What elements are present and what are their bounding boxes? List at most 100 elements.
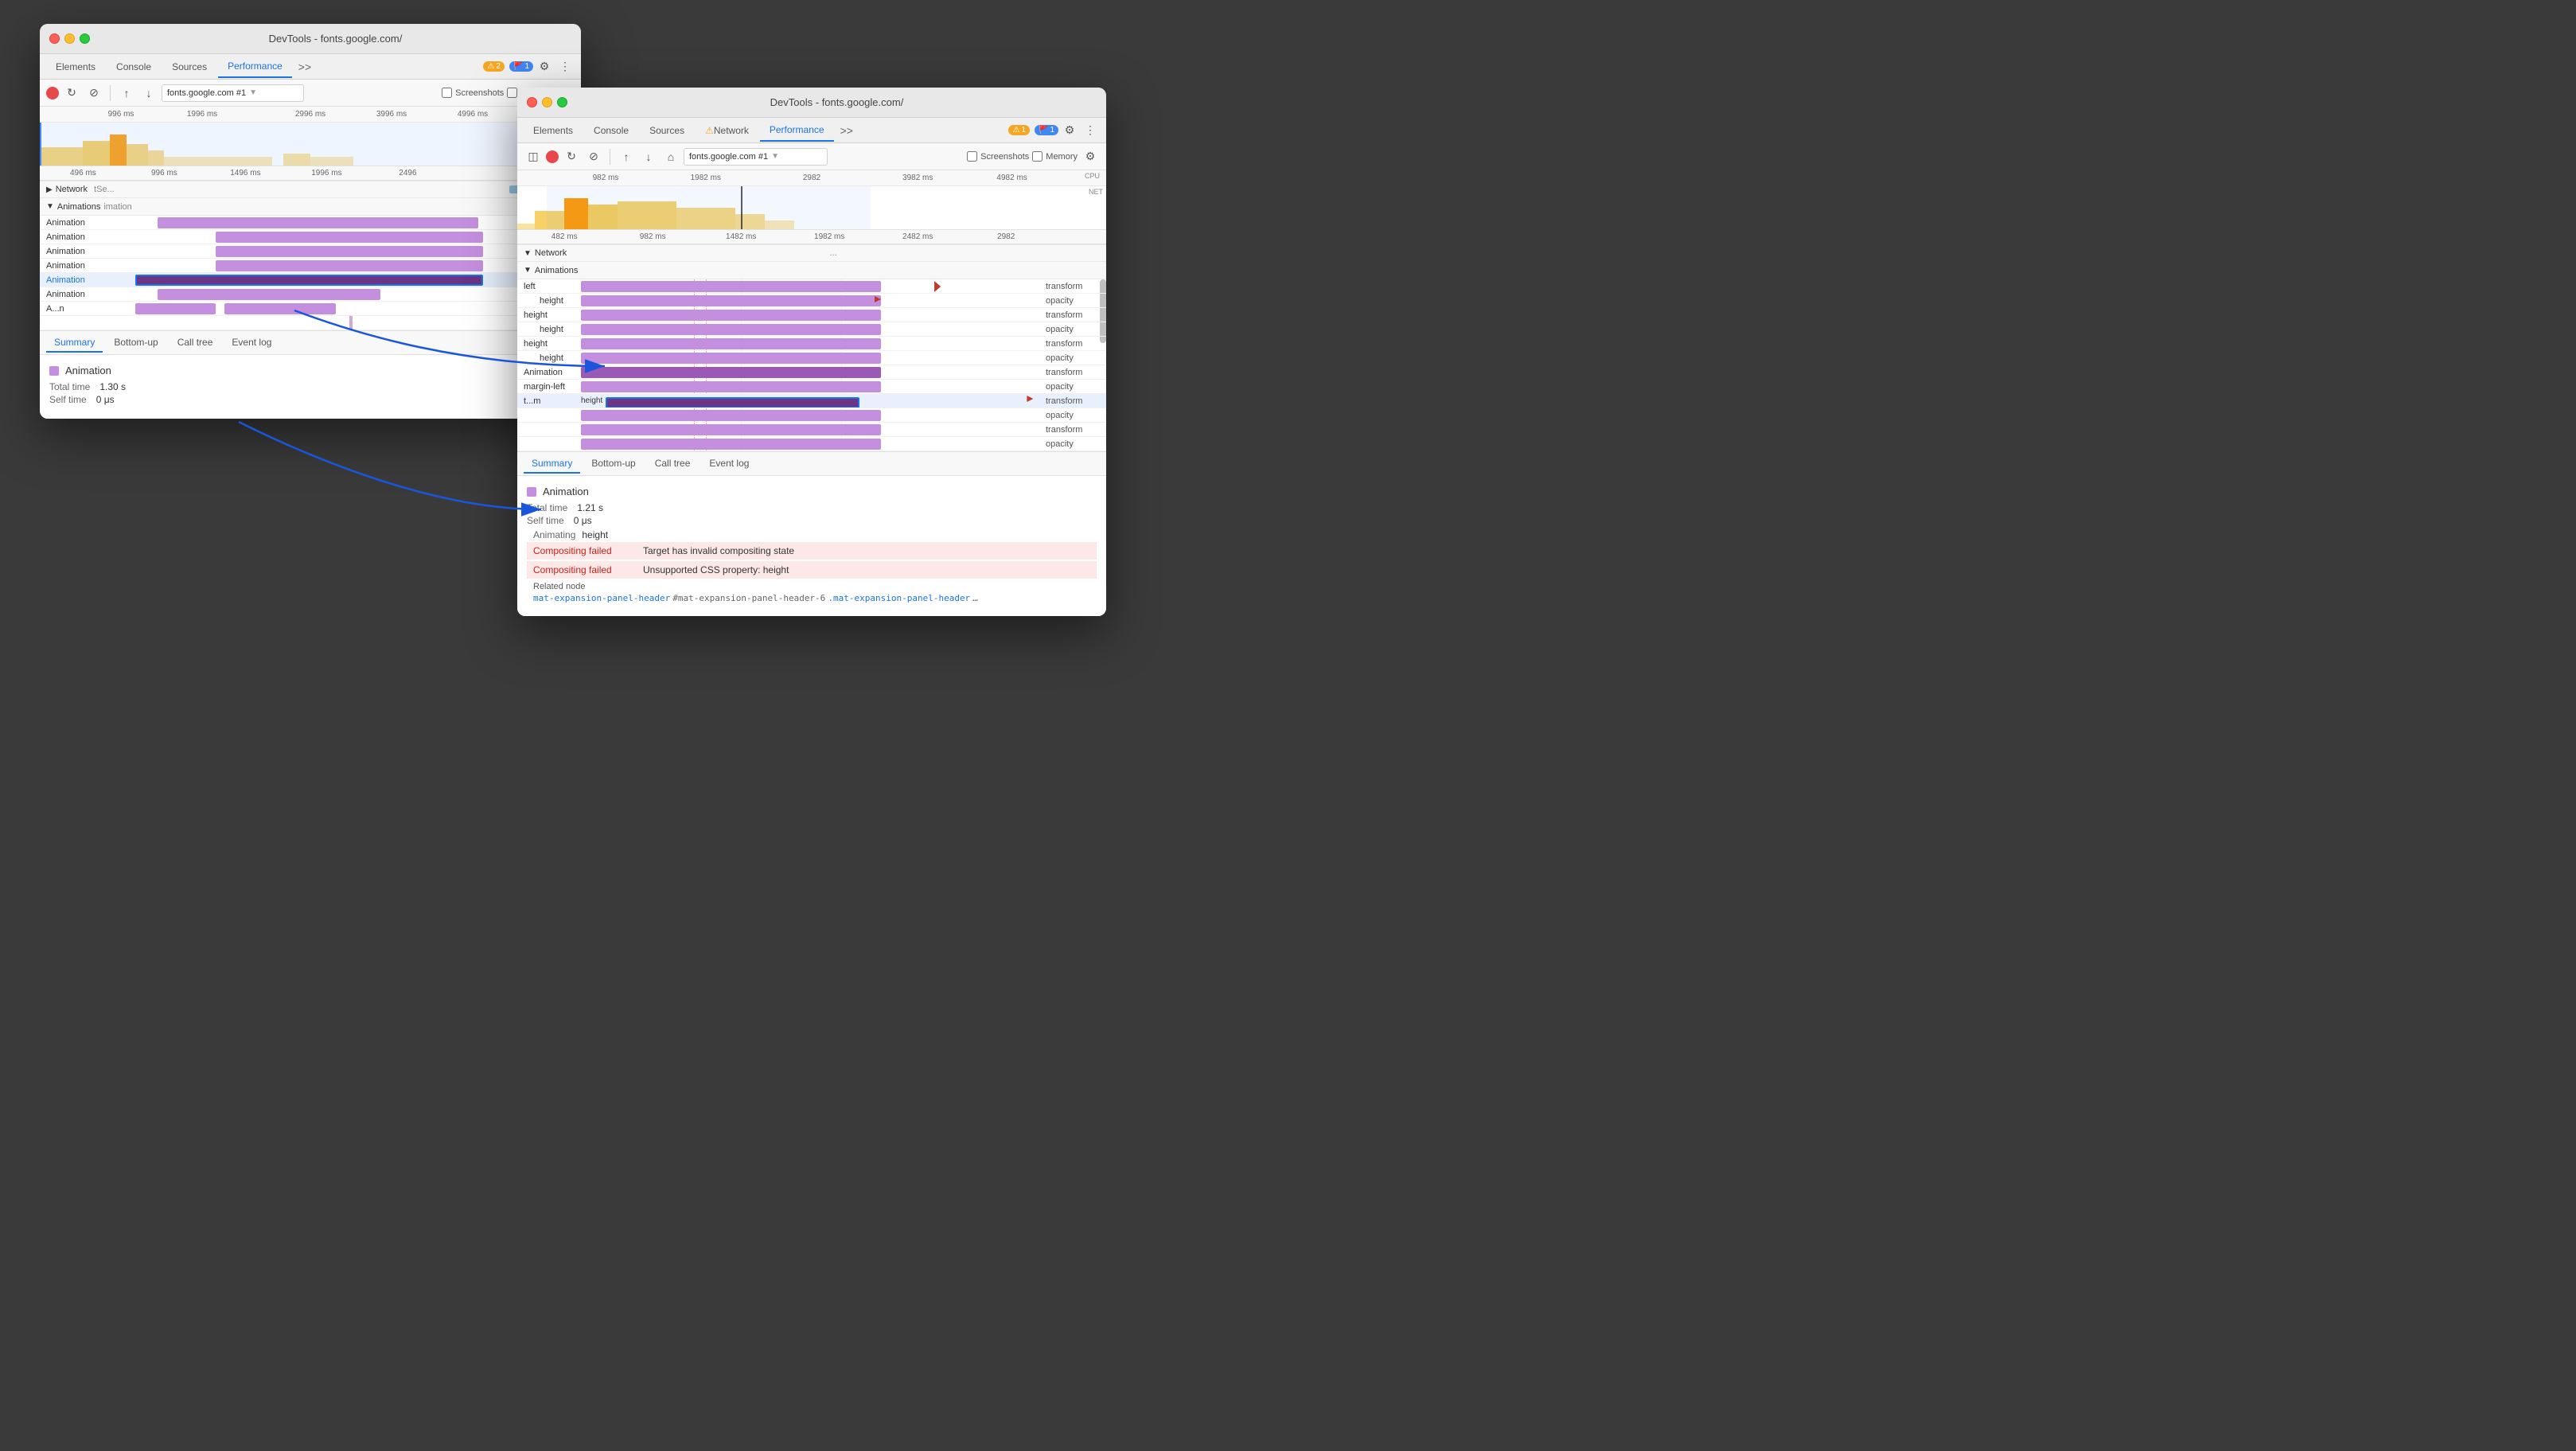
tab-console-1[interactable]: Console	[107, 56, 161, 78]
record-button-1[interactable]	[46, 87, 59, 99]
maximize-button-2[interactable]	[557, 97, 567, 107]
right-label-opacity-3: opacity	[1042, 353, 1106, 363]
bottom-tabs-1: Summary Bottom-up Call tree Event log	[40, 331, 581, 355]
screenshots-checkbox-1[interactable]: Screenshots	[442, 88, 504, 98]
tab-more-2[interactable]: >>	[836, 121, 858, 140]
anim-bar-area-7[interactable]: Animation	[135, 302, 581, 315]
anim-label-6: Animation	[40, 290, 135, 299]
arrow-path-2	[239, 422, 541, 509]
tab-elements-1[interactable]: Elements	[46, 56, 105, 78]
more-icon-2[interactable]: ⋮	[1081, 121, 1100, 140]
anim-bar-area-6[interactable]: Animation	[135, 287, 581, 301]
tab-network-2[interactable]: ⚠ Network	[696, 119, 758, 142]
anim2-bar-left[interactable]	[581, 279, 1042, 293]
btick2-2: 982 ms	[640, 232, 666, 241]
title-bar-1: DevTools - fonts.google.com/	[40, 24, 581, 54]
anim2-bar-height5[interactable]	[581, 351, 1042, 365]
tick-4: 3996 ms	[376, 110, 407, 119]
animation-rows-2: left transform height opacity	[517, 279, 1106, 451]
minimize-button-2[interactable]	[542, 97, 552, 107]
anim2-bar-tm[interactable]: height	[581, 394, 1042, 408]
tab-summary-1[interactable]: Summary	[46, 333, 103, 353]
record-toolbar-1: ↻ ⊘ ↑ ↓ fonts.google.com #1 ▼ Screenshot…	[40, 80, 581, 107]
more-dots: ...	[567, 248, 1100, 258]
anim-bar-area-3[interactable]: Animation	[135, 244, 581, 258]
clear-icon-1[interactable]: ⊘	[84, 84, 103, 103]
download-icon-2[interactable]: ↓	[639, 147, 658, 166]
tab-bar-2: Elements Console Sources ⚠ Network Perfo…	[517, 118, 1106, 143]
anim2-bar-height1[interactable]	[581, 294, 1042, 307]
more-icon-1[interactable]: ⋮	[555, 57, 575, 76]
anim2-label-height1: height	[533, 296, 581, 306]
tab-bottomup-1[interactable]: Bottom-up	[106, 333, 166, 353]
tab-sources-2[interactable]: Sources	[640, 119, 694, 142]
anim2-label-height5: height	[533, 353, 581, 363]
tab-calltree-2[interactable]: Call tree	[647, 454, 699, 474]
settings-icon-2[interactable]: ⚙	[1060, 121, 1079, 140]
anim-bar-area-1[interactable]: Animation	[135, 216, 581, 229]
upload-icon-1[interactable]: ↑	[117, 84, 136, 103]
tab-elements-2[interactable]: Elements	[524, 119, 583, 142]
anim2-bar-extra2[interactable]	[581, 423, 1042, 436]
anim-row-3: Animation Animation	[40, 244, 581, 259]
btick2-3: 1482 ms	[726, 232, 756, 241]
tab-eventlog-2[interactable]: Event log	[701, 454, 757, 474]
tab-more-1[interactable]: >>	[294, 57, 316, 76]
anim2-bar-height4[interactable]	[581, 337, 1042, 350]
anim2-bar-margin[interactable]	[581, 380, 1042, 393]
triangle-anim-1: ▼	[46, 202, 54, 211]
tab-calltree-1[interactable]: Call tree	[170, 333, 221, 353]
panel-icon-2[interactable]: ◫	[524, 147, 543, 166]
upload-icon-2[interactable]: ↑	[617, 147, 636, 166]
imation-label: imation	[103, 202, 131, 212]
summary-animating-2: Animating height	[527, 528, 1097, 542]
memory-checkbox-2[interactable]: Memory	[1032, 151, 1078, 162]
anim-label-2: Animation	[40, 232, 135, 242]
network-row-1: ▶ Network tSe...	[40, 181, 581, 198]
anim2-row-height1: height opacity	[517, 294, 1106, 308]
close-button-2[interactable]	[527, 97, 537, 107]
btick2-1: 482 ms	[551, 232, 578, 241]
tab-console-2[interactable]: Console	[584, 119, 638, 142]
reload-icon-2[interactable]: ↻	[562, 147, 581, 166]
tab-eventlog-1[interactable]: Event log	[224, 333, 279, 353]
anim2-bar-extra1[interactable]	[581, 408, 1042, 422]
btick-2: 996 ms	[151, 169, 177, 177]
timeline-content-2: NET	[517, 186, 1106, 230]
settings2-icon-2[interactable]: ⚙	[1081, 147, 1100, 166]
anim2-bar-height3[interactable]	[581, 322, 1042, 336]
anim-row-selected: Animation Animation	[40, 273, 581, 287]
anim-bar-area-8[interactable]: Animation	[135, 316, 581, 330]
triangle-network-1: ▶	[46, 185, 53, 194]
settings-icon-1[interactable]: ⚙	[535, 57, 554, 76]
anim2-row-height2: height transform	[517, 308, 1106, 322]
clear-icon-2[interactable]: ⊘	[584, 147, 603, 166]
right-label-opacity-6: opacity	[1042, 439, 1106, 449]
anim-row-8: Animation	[40, 316, 581, 330]
anim-bar-area-5[interactable]: Animation	[135, 273, 581, 287]
anim2-bar-animation[interactable]	[581, 365, 1042, 379]
anim2-bar-height2[interactable]	[581, 308, 1042, 322]
record-button-2[interactable]	[546, 150, 559, 163]
tab-performance-1[interactable]: Performance	[218, 56, 292, 78]
anim-label-4: Animation	[40, 261, 135, 271]
anim-bar-area-4[interactable]: Animation	[135, 259, 581, 272]
tab-sources-1[interactable]: Sources	[162, 56, 216, 78]
timeline-content-1	[40, 123, 581, 166]
reload-icon-1[interactable]: ↻	[62, 84, 81, 103]
minimize-button[interactable]	[64, 33, 75, 44]
tab-performance-2[interactable]: Performance	[760, 119, 834, 142]
home-icon-2[interactable]: ⌂	[661, 147, 680, 166]
tab-bottomup-2[interactable]: Bottom-up	[583, 454, 643, 474]
anim-bar-area-2[interactable]: Animation	[135, 230, 581, 244]
screenshots-checkbox-2[interactable]: Screenshots	[967, 151, 1029, 162]
tab-summary-2[interactable]: Summary	[524, 454, 580, 474]
animations-section-2: ▼ Animations left transform	[517, 262, 1106, 452]
anim2-bar-extra3[interactable]	[581, 437, 1042, 451]
download-icon-1[interactable]: ↓	[139, 84, 158, 103]
right-label-opacity-5: opacity	[1042, 411, 1106, 420]
anim-row-1: Animation Animation	[40, 216, 581, 230]
close-button[interactable]	[49, 33, 60, 44]
cpu-label-2: CPU	[1085, 172, 1100, 180]
maximize-button[interactable]	[80, 33, 90, 44]
